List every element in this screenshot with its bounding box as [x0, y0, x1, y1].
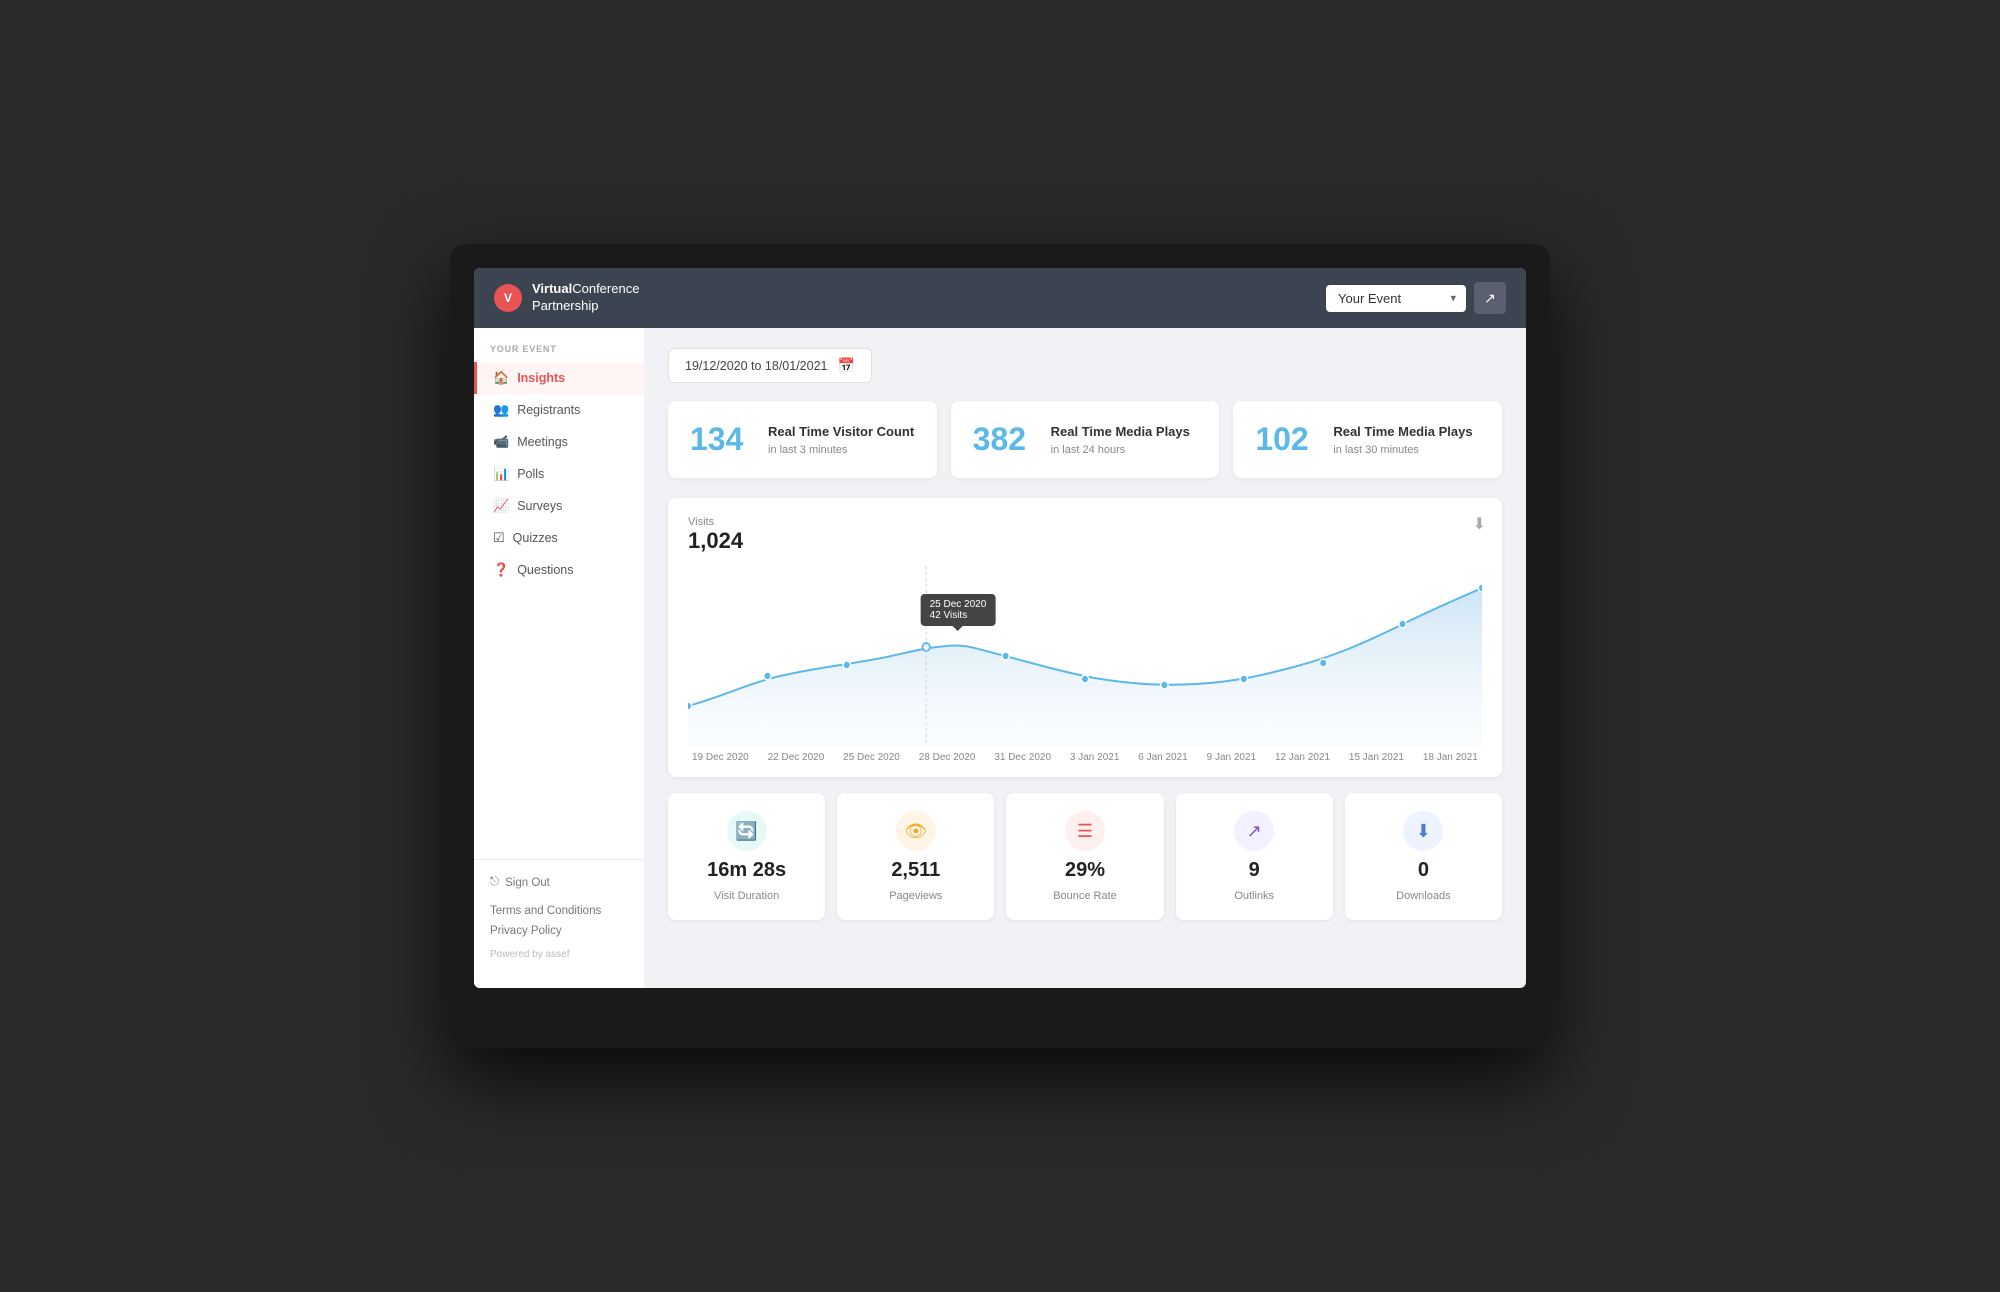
meetings-icon: 📹 [493, 434, 509, 450]
stat-card-media-24h: 382 Real Time Media Plays in last 24 hou… [951, 401, 1220, 478]
logo-area: V VirtualConference Partnership [494, 281, 639, 315]
x-label-3: 28 Dec 2020 [919, 752, 976, 763]
sign-out-icon: ⎋ [490, 876, 499, 889]
downloads-value: 0 [1418, 859, 1429, 882]
event-selector-wrapper[interactable]: Your Event [1326, 285, 1466, 312]
sidebar-item-label-quizzes: Quizzes [513, 531, 558, 545]
chart-download-button[interactable]: ⬇ [1473, 514, 1486, 534]
sidebar-item-label-registrants: Registrants [517, 403, 580, 417]
media-24h-number: 382 [973, 421, 1033, 458]
logo-text: VirtualConference Partnership [532, 281, 639, 315]
top-bar-right: Your Event ↗ [1326, 282, 1506, 314]
x-label-9: 15 Jan 2021 [1349, 752, 1404, 763]
outlinks-label: Outlinks [1234, 890, 1274, 902]
metrics-row: 🔄 16m 28s Visit Duration 👁 2,511 Pagevie… [668, 793, 1502, 920]
stat-card-media-30m: 102 Real Time Media Plays in last 30 min… [1233, 401, 1502, 478]
sidebar: YOUR EVENT 🏠 Insights 👥 Registrants 📹 Me… [474, 328, 644, 988]
x-label-4: 31 Dec 2020 [994, 752, 1051, 763]
pageviews-icon: 👁 [896, 811, 936, 851]
screen: V VirtualConference Partnership Your Eve… [474, 268, 1526, 988]
bounce-rate-value: 29% [1065, 859, 1105, 882]
visitors-number: 134 [690, 421, 750, 458]
media-30m-number: 102 [1255, 421, 1315, 458]
stat-card-visitors: 134 Real Time Visitor Count in last 3 mi… [668, 401, 937, 478]
outlinks-icon: ↗ [1234, 811, 1274, 851]
sidebar-item-label-polls: Polls [517, 467, 544, 481]
sidebar-item-surveys[interactable]: 📈 Surveys [474, 490, 644, 522]
sidebar-item-label-insights: Insights [517, 371, 565, 385]
laptop-frame: V VirtualConference Partnership Your Eve… [450, 244, 1550, 1048]
chart-x-labels: 19 Dec 2020 22 Dec 2020 25 Dec 2020 28 D… [688, 752, 1482, 763]
sidebar-item-label-surveys: Surveys [517, 499, 562, 513]
x-label-2: 25 Dec 2020 [843, 752, 900, 763]
event-selector[interactable]: Your Event [1326, 285, 1466, 312]
visits-chart-svg [688, 566, 1482, 746]
bounce-rate-icon: ☰ [1065, 811, 1105, 851]
visitors-label: Real Time Visitor Count [768, 423, 914, 441]
sidebar-item-meetings[interactable]: 📹 Meetings [474, 426, 644, 458]
tooltip-value: 42 Visits [930, 610, 987, 621]
powered-by: Powered by assef [490, 949, 628, 960]
questions-icon: ❓ [493, 562, 509, 578]
insights-icon: 🏠 [493, 370, 509, 386]
sign-out-item[interactable]: ⎋ Sign Out [490, 872, 628, 893]
sidebar-item-insights[interactable]: 🏠 Insights [474, 362, 644, 394]
x-label-6: 6 Jan 2021 [1138, 752, 1188, 763]
quizzes-icon: ☑ [493, 530, 505, 546]
media-30m-sublabel: in last 30 minutes [1333, 444, 1472, 456]
logo-icon: V [494, 284, 522, 312]
metric-pageviews: 👁 2,511 Pageviews [837, 793, 994, 920]
external-link-button[interactable]: ↗ [1474, 282, 1506, 314]
privacy-item[interactable]: Privacy Policy [490, 921, 628, 941]
x-label-5: 3 Jan 2021 [1070, 752, 1120, 763]
media-24h-label: Real Time Media Plays [1051, 423, 1190, 441]
x-label-10: 18 Jan 2021 [1423, 752, 1478, 763]
sidebar-section-label: YOUR EVENT [474, 344, 644, 362]
x-label-8: 12 Jan 2021 [1275, 752, 1330, 763]
metric-outlinks: ↗ 9 Outlinks [1176, 793, 1333, 920]
metric-visit-duration: 🔄 16m 28s Visit Duration [668, 793, 825, 920]
registrants-icon: 👥 [493, 402, 509, 418]
visit-duration-label: Visit Duration [714, 890, 779, 902]
pageviews-label: Pageviews [889, 890, 942, 902]
outlinks-value: 9 [1249, 859, 1260, 882]
media-24h-sublabel: in last 24 hours [1051, 444, 1190, 456]
visits-chart: 25 Dec 2020 42 Visits [688, 566, 1482, 746]
downloads-label: Downloads [1396, 890, 1450, 902]
x-label-0: 19 Dec 2020 [692, 752, 749, 763]
content-area: 19/12/2020 to 18/01/2021 📅 134 Real Time… [644, 328, 1526, 988]
metric-bounce-rate: ☰ 29% Bounce Rate [1006, 793, 1163, 920]
sidebar-item-polls[interactable]: 📊 Polls [474, 458, 644, 490]
main-layout: YOUR EVENT 🏠 Insights 👥 Registrants 📹 Me… [474, 328, 1526, 988]
sidebar-item-questions[interactable]: ❓ Questions [474, 554, 644, 586]
bounce-rate-label: Bounce Rate [1053, 890, 1117, 902]
visit-duration-value: 16m 28s [707, 859, 786, 882]
pageviews-value: 2,511 [891, 859, 940, 882]
sidebar-bottom: ⎋ Sign Out Terms and Conditions Privacy … [474, 859, 644, 972]
x-label-1: 22 Dec 2020 [768, 752, 825, 763]
sidebar-item-label-meetings: Meetings [517, 435, 568, 449]
tooltip-date: 25 Dec 2020 [930, 599, 987, 610]
top-bar: V VirtualConference Partnership Your Eve… [474, 268, 1526, 328]
stats-row: 134 Real Time Visitor Count in last 3 mi… [668, 401, 1502, 478]
surveys-icon: 📈 [493, 498, 509, 514]
visitors-sublabel: in last 3 minutes [768, 444, 914, 456]
sidebar-item-registrants[interactable]: 👥 Registrants [474, 394, 644, 426]
metric-downloads: ⬇ 0 Downloads [1345, 793, 1502, 920]
sidebar-item-label-questions: Questions [517, 563, 573, 577]
date-range-text: 19/12/2020 to 18/01/2021 [685, 359, 828, 373]
sidebar-item-quizzes[interactable]: ☑ Quizzes [474, 522, 644, 554]
chart-total-visits: 1,024 [688, 528, 1482, 554]
x-label-7: 9 Jan 2021 [1207, 752, 1257, 763]
visit-duration-icon: 🔄 [727, 811, 767, 851]
visits-chart-section: ⬇ Visits 1,024 25 Dec 2020 42 Visits [668, 498, 1502, 777]
polls-icon: 📊 [493, 466, 509, 482]
chart-visits-label: Visits [688, 516, 1482, 528]
calendar-icon: 📅 [838, 357, 855, 374]
date-range-bar[interactable]: 19/12/2020 to 18/01/2021 📅 [668, 348, 872, 383]
media-30m-label: Real Time Media Plays [1333, 423, 1472, 441]
terms-item[interactable]: Terms and Conditions [490, 901, 628, 921]
chart-tooltip: 25 Dec 2020 42 Visits [921, 594, 996, 626]
downloads-icon: ⬇ [1403, 811, 1443, 851]
